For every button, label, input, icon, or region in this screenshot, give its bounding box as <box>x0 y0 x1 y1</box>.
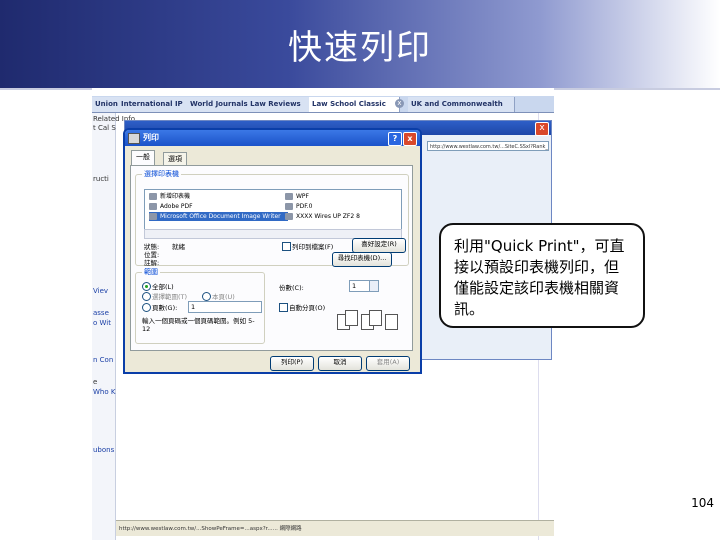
selection-label: 選擇範圍(T) <box>152 293 188 301</box>
dialog-titlebar: 列印 ? x <box>125 130 420 146</box>
printer-item[interactable]: 新增印表機 <box>149 192 190 201</box>
slide-title: 快速列印 <box>288 27 432 68</box>
page-range-group: 範圍 全部(L) 選擇範圍(T) 本頁(U) 頁數(G): 1 輸入一個頁碼或一… <box>135 267 265 344</box>
popup-url: http://www.westlaw.com.tw/...SiteC.SSxl?… <box>427 141 549 151</box>
copies-spinner[interactable] <box>369 280 379 292</box>
find-printer-button[interactable]: 尋找印表機(D)... <box>332 252 392 267</box>
collate-label: 自動分頁(O) <box>289 304 326 312</box>
pages-radio[interactable] <box>142 303 151 312</box>
select-printer-label: 選擇印表機 <box>142 169 181 179</box>
general-panel: 選擇印表機 新增印表機 Adobe PDF Microsoft Office D… <box>130 165 413 351</box>
collate-page-icon <box>385 314 398 330</box>
close-tab-icon[interactable]: x <box>395 99 404 108</box>
print-to-file-label: 列印到檔案(F) <box>292 243 334 251</box>
collate-page-icon <box>369 310 382 326</box>
pages-label: 頁數(G): <box>152 304 178 312</box>
collate-page-icon <box>345 310 358 326</box>
tab-world-journals[interactable]: World Journals Law Reviews <box>187 97 316 112</box>
strip-link[interactable]: ubons <box>93 446 114 454</box>
strip-link[interactable]: o Wit <box>93 319 111 327</box>
strip-text: ructi <box>93 175 109 183</box>
printer-item[interactable]: Adobe PDF <box>149 202 193 211</box>
tab-options[interactable]: 選項 <box>163 152 187 166</box>
browser-tab-bar: Union International IP World Journals La… <box>92 96 554 113</box>
left-sidebar: Related Info t Cal S ructi Viev asse o W… <box>92 113 135 540</box>
current-page-label: 本頁(U) <box>212 293 235 301</box>
preferences-button[interactable]: 喜好設定(R) <box>352 238 406 253</box>
printer-item-selected[interactable]: Microsoft Office Document Image Writer <box>149 212 288 221</box>
printer-item[interactable]: PDF.0 <box>285 202 312 211</box>
close-button[interactable]: x <box>403 132 417 146</box>
page-number: 104 <box>691 496 714 510</box>
current-page-radio[interactable] <box>202 292 211 301</box>
cancel-button[interactable]: 取消 <box>318 356 362 371</box>
strip-text: t Cal S <box>93 124 116 132</box>
dialog-title: 列印 <box>143 133 159 142</box>
selection-radio[interactable] <box>142 292 151 301</box>
close-icon[interactable]: x <box>535 122 549 136</box>
page-hint: 輸入一個頁碼或一個頁碼範圍。例如 5-12 <box>142 317 255 333</box>
print-button[interactable]: 列印(P) <box>270 356 314 371</box>
all-label: 全部(L) <box>152 283 174 291</box>
all-radio[interactable] <box>142 282 151 291</box>
tab-general[interactable]: 一般 <box>131 150 155 166</box>
browser-status-bar: http://www.westlaw.com.tw/...ShowPeFrame… <box>116 520 554 536</box>
help-button[interactable]: ? <box>388 132 402 146</box>
strip-link[interactable]: Viev <box>93 287 108 295</box>
select-printer-group: 選擇印表機 新增印表機 Adobe PDF Microsoft Office D… <box>135 169 409 267</box>
printer-list[interactable]: 新增印表機 Adobe PDF Microsoft Office Documen… <box>144 189 402 231</box>
printer-icon <box>128 133 140 144</box>
strip-link[interactable]: n Con <box>93 356 113 364</box>
comment-label: 註解: <box>144 259 160 267</box>
print-dialog: 列印 ? x 一般 選項 選擇印表機 新增印表機 Adobe PDF Micro… <box>123 128 422 374</box>
strip-text: e <box>93 378 98 386</box>
printer-item[interactable]: XXXX Wires UP ZF2 8 <box>285 212 360 221</box>
tab-law-school-classic[interactable]: Law School Classic <box>309 97 400 112</box>
printer-item[interactable]: WPF <box>285 192 309 201</box>
tab-uk-commonwealth[interactable]: UK and Commonwealth <box>408 97 515 112</box>
print-to-file-checkbox[interactable] <box>282 242 291 251</box>
strip-link[interactable]: Who K <box>93 388 115 396</box>
copies-label: 份數(C): <box>279 284 304 292</box>
strip-link[interactable]: asse <box>93 309 109 317</box>
page-range-label: 範圍 <box>142 267 160 277</box>
collate-checkbox[interactable] <box>279 303 288 312</box>
callout-note: 利用"Quick Print"，可直接以預設印表機列印，但僅能設定該印表機相關資… <box>439 223 645 328</box>
status-value: 就緒 <box>172 243 185 251</box>
tab-international-ip[interactable]: International IP <box>118 97 194 112</box>
apply-button[interactable]: 套用(A) <box>366 356 410 371</box>
pages-input[interactable]: 1 <box>188 301 262 313</box>
